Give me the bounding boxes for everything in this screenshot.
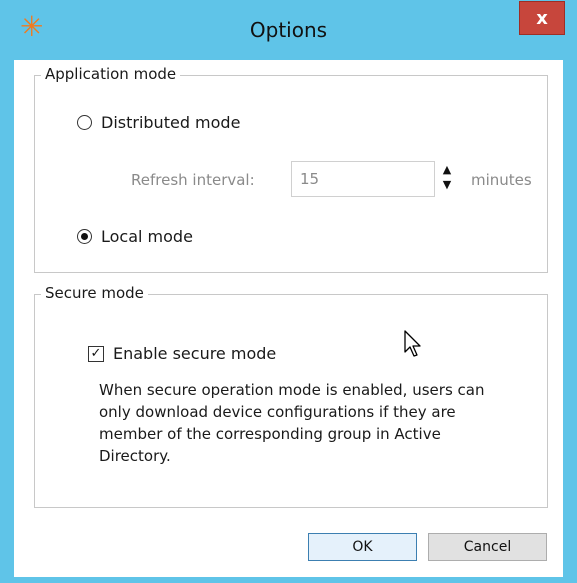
secure-mode-legend: Secure mode bbox=[41, 284, 148, 302]
dialog-body: Application mode Distributed mode Refres… bbox=[14, 60, 563, 577]
refresh-interval-spinner[interactable]: ▲ ▼ bbox=[440, 163, 454, 193]
distributed-mode-label: Distributed mode bbox=[101, 113, 241, 132]
ok-button[interactable]: OK bbox=[308, 533, 417, 561]
description-line: When secure operation mode is enabled, u… bbox=[99, 381, 485, 399]
options-dialog: ✳ Options x Application mode Distributed… bbox=[0, 0, 577, 583]
secure-mode-description: When secure operation mode is enabled, u… bbox=[99, 379, 539, 467]
distributed-mode-radio[interactable]: Distributed mode bbox=[77, 113, 240, 132]
application-mode-group: Application mode Distributed mode Refres… bbox=[34, 65, 548, 273]
secure-mode-group: Secure mode ✓ Enable secure mode When se… bbox=[34, 284, 548, 508]
refresh-interval-label: Refresh interval: bbox=[131, 171, 255, 189]
enable-secure-mode-checkbox[interactable]: ✓ Enable secure mode bbox=[88, 344, 276, 363]
spin-down-icon[interactable]: ▼ bbox=[440, 178, 454, 192]
mouse-cursor-icon bbox=[404, 330, 421, 357]
cancel-button[interactable]: Cancel bbox=[428, 533, 547, 561]
refresh-interval-input[interactable] bbox=[291, 161, 435, 197]
local-mode-label: Local mode bbox=[101, 227, 193, 246]
dialog-title: Options bbox=[249, 18, 328, 42]
close-button[interactable]: x bbox=[519, 1, 565, 35]
local-mode-radio-circle[interactable] bbox=[77, 229, 92, 244]
description-line: only download device configurations if t… bbox=[99, 403, 456, 421]
title-bar[interactable]: ✳ Options x bbox=[0, 0, 577, 60]
spin-up-icon[interactable]: ▲ bbox=[440, 163, 454, 177]
description-line: Directory. bbox=[99, 447, 171, 465]
enable-secure-mode-label: Enable secure mode bbox=[113, 344, 277, 363]
checkmark-icon[interactable]: ✓ bbox=[88, 345, 104, 362]
description-line: member of the corresponding group in Act… bbox=[99, 425, 441, 443]
application-mode-legend: Application mode bbox=[41, 65, 181, 83]
refresh-interval-units: minutes bbox=[471, 171, 532, 189]
distributed-mode-radio-circle[interactable] bbox=[77, 115, 92, 130]
local-mode-radio[interactable]: Local mode bbox=[77, 227, 193, 246]
